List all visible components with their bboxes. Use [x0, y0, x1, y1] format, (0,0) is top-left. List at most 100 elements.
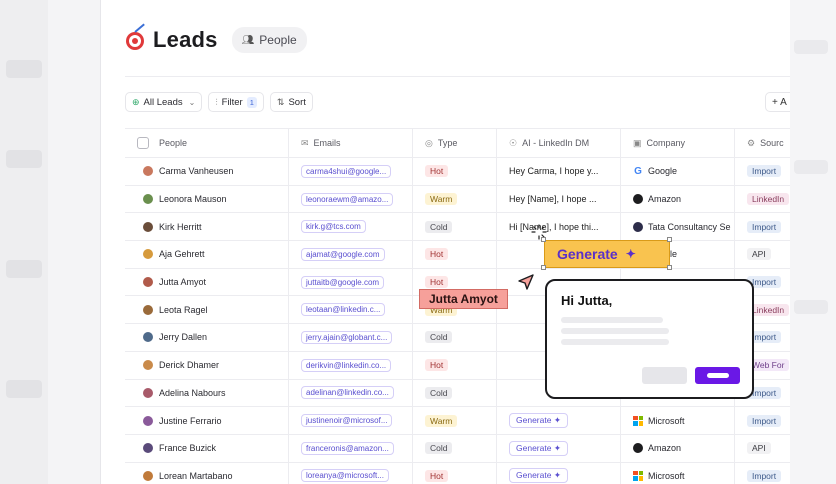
cell-company[interactable]: Amazon	[621, 185, 735, 213]
cell-person[interactable]: France Buzick	[125, 434, 289, 462]
cell-person[interactable]: Adelina Nabours	[125, 379, 289, 407]
cell-type[interactable]: Cold	[413, 324, 497, 351]
cell-person[interactable]: Justine Ferrario	[125, 407, 289, 434]
generate-button-highlighted[interactable]: Generate ✦	[544, 240, 670, 268]
person-name: Kirk Herritt	[159, 221, 202, 232]
cell-type[interactable]: Hot	[413, 462, 497, 484]
cell-ai-dm[interactable]: Hey [Name], I hope ...	[497, 185, 621, 213]
cell-source[interactable]: LinkedIn	[735, 186, 790, 213]
cell-email[interactable]: ajamat@google.com	[289, 241, 413, 268]
table-row[interactable]: Kirk Herritt kirk.g@tcs.com Cold Hi [Nam…	[125, 213, 790, 242]
email-chip[interactable]: ajamat@google.com	[301, 247, 385, 261]
sort-button[interactable]: ⇅ Sort	[269, 92, 313, 112]
add-column-button[interactable]: + A	[765, 92, 790, 112]
email-chip[interactable]: jerry.ajain@globant.c...	[301, 330, 393, 344]
column-header-company[interactable]: ▣ Company	[621, 128, 735, 158]
cell-type[interactable]: Cold	[413, 213, 497, 241]
company-value: Tata Consultancy Se	[633, 221, 731, 232]
generate-chip[interactable]: Generate ✦	[509, 468, 568, 484]
cell-company[interactable]: Microsoft	[621, 407, 735, 434]
table-row[interactable]: Leonora Mauson leonoraewm@amazo... Warm …	[125, 185, 790, 214]
cell-person[interactable]: Jutta Amyot	[125, 268, 289, 296]
email-chip[interactable]: justinenoir@microsof...	[301, 414, 393, 428]
cell-ai-dm[interactable]: Generate ✦	[497, 434, 621, 462]
cell-company[interactable]: Microsoft	[621, 462, 735, 484]
cell-ai-dm[interactable]: Hi [Name], I hope thi...	[497, 213, 621, 241]
cell-email[interactable]: juttaitb@google.com	[289, 268, 413, 296]
cell-company[interactable]: Amazon	[621, 434, 735, 462]
popup-cancel-button[interactable]	[642, 367, 687, 384]
people-badge[interactable]: 👥︎ People	[231, 27, 307, 53]
select-all-checkbox[interactable]	[137, 137, 149, 149]
cell-person[interactable]: Aja Gehrett	[125, 241, 289, 268]
person-name: Leota Ragel	[159, 304, 208, 315]
cell-email[interactable]: justinenoir@microsof...	[289, 407, 413, 434]
generate-chip[interactable]: Generate ✦	[509, 413, 568, 429]
table-row[interactable]: Lorean Martabano loreanya@microsoft... H…	[125, 462, 790, 484]
column-header-source[interactable]: ⚙ Sourc	[735, 128, 790, 158]
cell-person[interactable]: Derick Dhamer	[125, 351, 289, 379]
cell-email[interactable]: adelinan@linkedin.co...	[289, 379, 413, 407]
cell-type[interactable]: Hot	[413, 241, 497, 268]
cell-type[interactable]: Cold	[413, 434, 497, 462]
cell-person[interactable]: Kirk Herritt	[125, 213, 289, 241]
table-row[interactable]: Justine Ferrario justinenoir@microsof...…	[125, 407, 790, 435]
cell-type[interactable]: Cold	[413, 379, 497, 407]
column-header-emails[interactable]: ✉ Emails	[289, 128, 413, 158]
page-title: Leads	[153, 27, 218, 52]
cell-person[interactable]: Carma Vanheusen	[125, 158, 289, 185]
cell-email[interactable]: derikvin@linkedin.co...	[289, 351, 413, 379]
popup-confirm-button[interactable]	[695, 367, 740, 384]
email-chip[interactable]: leonoraewm@amazo...	[301, 192, 394, 206]
cell-source[interactable]: API	[735, 241, 790, 268]
cell-source[interactable]: Import	[735, 463, 790, 484]
type-tag: Warm	[425, 193, 458, 206]
email-chip[interactable]: loreanya@microsoft...	[301, 469, 389, 483]
company-value: GGoogle	[634, 165, 678, 177]
cell-person[interactable]: Leonora Mauson	[125, 185, 289, 213]
selection-handle	[667, 237, 672, 242]
cell-company[interactable]: GGoogle	[621, 158, 735, 185]
table-row[interactable]: France Buzick franceronis@amazon... Cold…	[125, 434, 790, 463]
filter-icon: ⫶	[215, 96, 218, 107]
cell-company[interactable]: Tata Consultancy Se	[621, 213, 735, 241]
email-chip[interactable]: leotaan@linkedin.c...	[301, 303, 386, 317]
cell-type[interactable]: Hot	[413, 351, 497, 379]
cell-person[interactable]: Jerry Dallen	[125, 324, 289, 351]
cell-email[interactable]: franceronis@amazon...	[289, 434, 413, 462]
cell-type[interactable]: Warm	[413, 407, 497, 434]
cell-ai-dm[interactable]: Generate ✦	[497, 407, 621, 434]
email-chip[interactable]: franceronis@amazon...	[301, 441, 394, 455]
email-chip[interactable]: derikvin@linkedin.co...	[301, 358, 392, 372]
cell-source[interactable]: API	[735, 435, 790, 462]
cell-email[interactable]: kirk.g@tcs.com	[289, 213, 413, 241]
cell-person[interactable]: Leota Ragel	[125, 296, 289, 324]
generate-chip[interactable]: Generate ✦	[509, 440, 568, 456]
cell-type[interactable]: Hot	[413, 158, 497, 185]
cell-source[interactable]: Import	[735, 158, 790, 185]
source-tag: Import	[747, 414, 782, 427]
email-chip[interactable]: juttaitb@google.com	[301, 275, 385, 289]
email-chip[interactable]: adelinan@linkedin.co...	[301, 386, 394, 400]
column-header-ai-linkedin-dm[interactable]: ☉ AI - LinkedIn DM	[497, 128, 621, 158]
filter-button[interactable]: ⫶ Filter 1	[208, 92, 264, 112]
cell-ai-dm[interactable]: Hey Carma, I hope y...	[497, 158, 621, 185]
cell-email[interactable]: loreanya@microsoft...	[289, 462, 413, 484]
cell-source[interactable]: Import	[735, 213, 790, 240]
cell-email[interactable]: carma4shui@google...	[289, 158, 413, 185]
email-chip[interactable]: kirk.g@tcs.com	[301, 220, 366, 234]
column-header-type[interactable]: ◎ Type	[413, 128, 497, 158]
table-row[interactable]: Carma Vanheusen carma4shui@google... Hot…	[125, 158, 790, 186]
cell-email[interactable]: leonoraewm@amazo...	[289, 185, 413, 213]
magic-wand-icon: ✦	[553, 470, 561, 481]
column-header-people[interactable]: People	[125, 128, 289, 158]
cell-source[interactable]: Import	[735, 407, 790, 434]
cell-person[interactable]: Lorean Martabano	[125, 462, 289, 484]
all-leads-view-button[interactable]: ⊕ All Leads ⌄	[125, 92, 203, 112]
email-chip[interactable]: carma4shui@google...	[301, 164, 392, 178]
cell-email[interactable]: leotaan@linkedin.c...	[289, 296, 413, 324]
cell-ai-dm[interactable]: Generate ✦	[497, 462, 621, 484]
cell-type[interactable]: Warm	[413, 185, 497, 213]
cell-email[interactable]: jerry.ajain@globant.c...	[289, 324, 413, 351]
table-row[interactable]: Aja Gehrett ajamat@google.com Hot GGoogl…	[125, 241, 790, 269]
